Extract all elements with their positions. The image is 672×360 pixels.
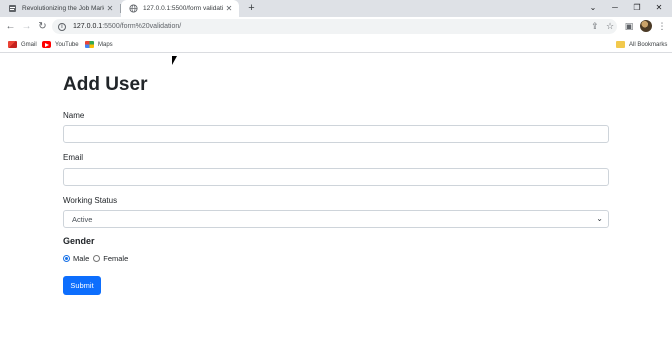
name-input[interactable] [63,125,609,143]
email-input[interactable] [63,168,609,186]
address-bar[interactable]: i 127.0.0.1:5500/form%20validation/ [52,19,617,34]
male-label[interactable]: Male [73,254,89,263]
side-panel-icon[interactable]: ▣ [623,20,635,32]
working-status-select[interactable]: Active ⌄ [63,210,609,228]
working-status-label: Working Status [63,196,118,205]
bookmark-label: Gmail [21,41,37,48]
tab-revolutionizing[interactable]: Revolutionizing the Job Market | ✕ [0,0,120,17]
female-label[interactable]: Female [103,254,128,263]
forward-icon[interactable]: → [20,20,33,33]
mouse-cursor-icon [172,56,177,65]
site-info-icon[interactable]: i [58,22,66,31]
bookmark-label: Maps [98,41,113,48]
url-text: 127.0.0.1:5500/form%20validation/ [73,23,182,30]
new-tab-button[interactable]: + [245,2,258,15]
reload-icon[interactable]: ↻ [36,20,49,33]
bookmark-youtube[interactable]: YouTube [42,39,79,50]
submit-button[interactable]: Submit [63,276,101,295]
menu-icon[interactable]: ⋮ [656,20,668,32]
bookmark-maps[interactable]: Maps [85,39,113,50]
male-radio[interactable] [63,254,70,262]
youtube-icon [42,41,51,48]
gender-label: Gender [63,236,95,246]
close-window-icon[interactable]: ✕ [652,0,666,15]
close-icon[interactable]: ✕ [104,4,116,13]
name-label: Name [63,111,85,120]
tab-title: Revolutionizing the Job Market | [22,5,104,12]
bookmark-label: All Bookmarks [629,41,668,48]
folder-icon [616,41,625,48]
chevron-down-icon: ⌄ [596,214,603,223]
selected-value: Active [72,214,93,224]
doc-icon [8,4,17,13]
page-content: Add User Name Email Working Status Activ… [0,54,672,360]
email-label: Email [63,153,84,162]
all-bookmarks-button[interactable]: All Bookmarks [616,39,667,50]
bookmark-label: YouTube [55,41,79,48]
maps-icon [85,41,94,48]
back-icon[interactable]: ← [4,20,17,33]
tab-search-icon[interactable]: ⌄ [586,0,600,15]
restore-icon[interactable]: ❐ [630,0,644,15]
tab-strip: Revolutionizing the Job Market | ✕ 127.0… [0,0,672,17]
bookmarks-bar: Gmail YouTube Maps All Bookmarks [0,36,672,53]
page-title: Add User [63,74,148,95]
globe-icon [129,4,138,13]
minimize-icon[interactable]: ─ [608,0,622,15]
tab-title: 127.0.0.1:5500/form validation/ [143,5,223,12]
bookmark-gmail[interactable]: Gmail [8,39,37,50]
bookmark-star-icon[interactable]: ☆ [604,20,616,32]
browser-toolbar: ← → ↻ i 127.0.0.1:5500/form%20validation… [0,17,672,36]
tab-form-validation[interactable]: 127.0.0.1:5500/form validation/ ✕ [121,0,239,17]
share-icon[interactable]: ⇪ [589,20,601,32]
gender-radio-group: Male Female [63,253,132,263]
close-icon[interactable]: ✕ [223,4,235,13]
gmail-icon [8,41,17,48]
female-radio[interactable] [93,254,101,262]
profile-avatar[interactable] [640,20,652,32]
